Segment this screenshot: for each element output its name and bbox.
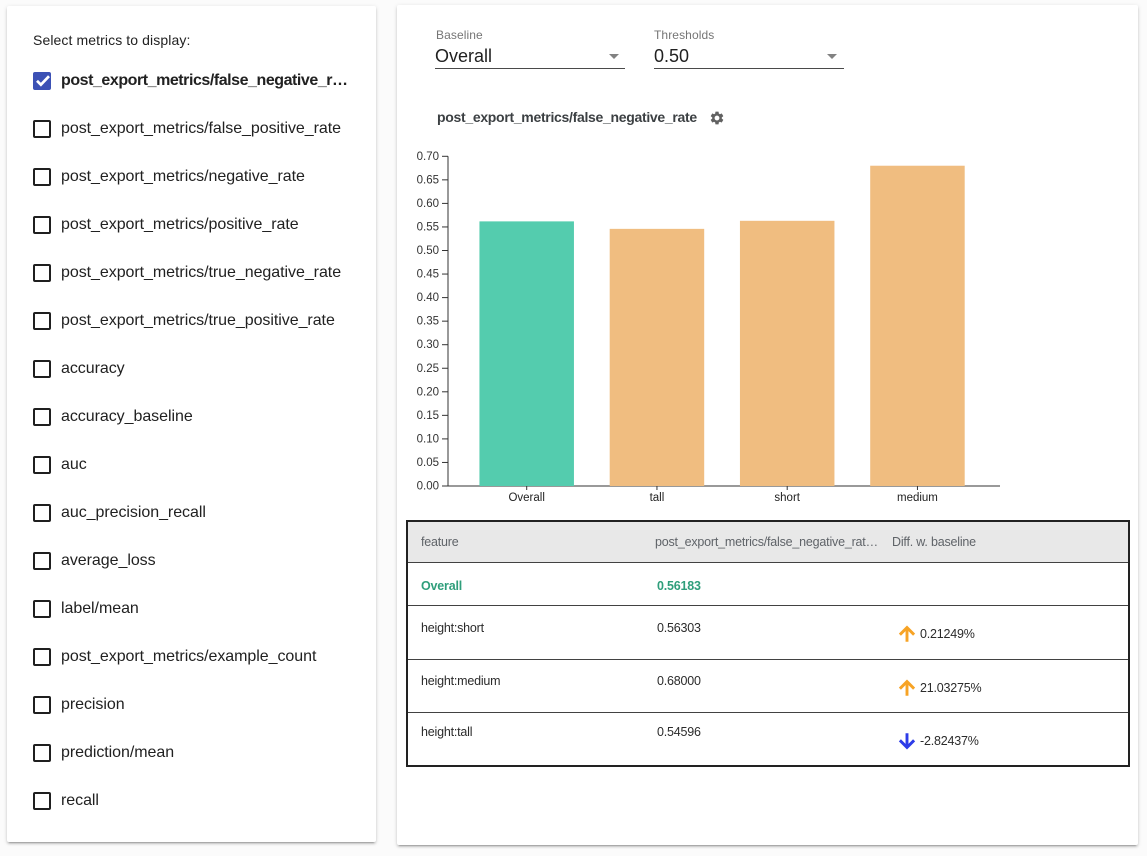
svg-text:0.60: 0.60 [417, 198, 439, 210]
svg-text:0.05: 0.05 [417, 457, 439, 469]
svg-text:0.00: 0.00 [417, 481, 439, 493]
svg-text:short: short [774, 492, 800, 504]
svg-text:0.50: 0.50 [417, 245, 439, 257]
svg-text:tall: tall [650, 492, 665, 504]
svg-text:0.55: 0.55 [417, 221, 439, 233]
svg-text:0.65: 0.65 [417, 174, 439, 186]
svg-text:0.70: 0.70 [417, 151, 439, 163]
svg-text:0.15: 0.15 [417, 410, 439, 422]
svg-text:medium: medium [897, 492, 938, 504]
svg-text:0.35: 0.35 [417, 316, 439, 328]
svg-text:0.20: 0.20 [417, 386, 439, 398]
svg-text:0.10: 0.10 [417, 433, 439, 445]
svg-text:Overall: Overall [508, 492, 544, 504]
svg-text:0.45: 0.45 [417, 269, 439, 281]
svg-text:0.30: 0.30 [417, 339, 439, 351]
svg-text:0.40: 0.40 [417, 292, 439, 304]
svg-text:0.25: 0.25 [417, 363, 439, 375]
